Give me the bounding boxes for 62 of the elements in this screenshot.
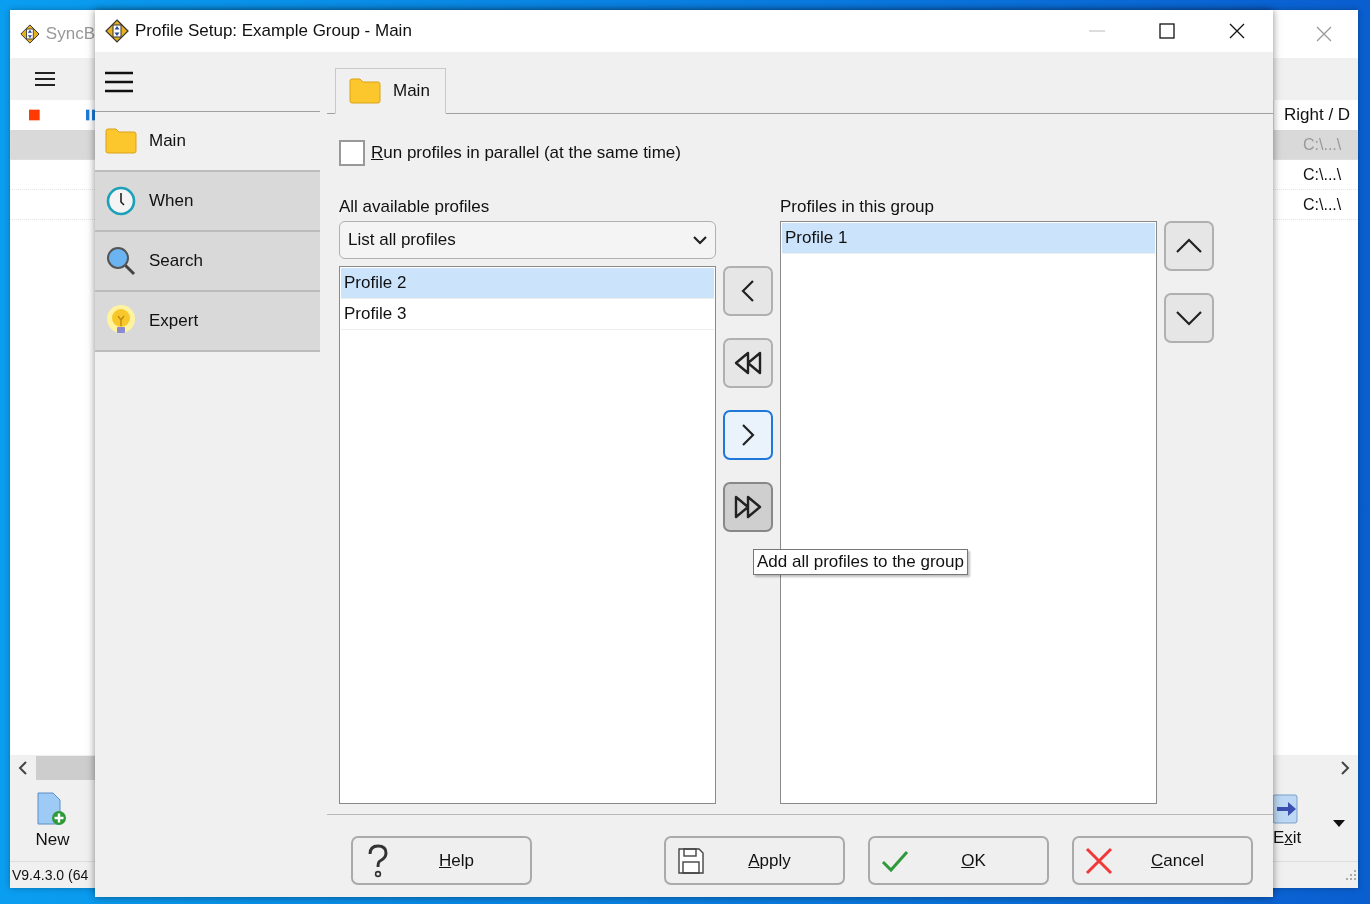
move-up-button[interactable]	[1164, 221, 1214, 271]
menu-icon[interactable]	[105, 70, 133, 93]
sidebar-item[interactable]: Main	[95, 112, 320, 172]
folder-icon	[105, 128, 137, 154]
toolbar-label[interactable]: New	[35, 830, 70, 850]
chevron-down-icon	[693, 235, 707, 245]
app-logo-icon	[105, 19, 129, 43]
table-cell: C:\...\	[1303, 195, 1342, 214]
close-icon	[1085, 846, 1113, 875]
menu-icon[interactable]	[35, 71, 55, 87]
window-title: SyncB	[45, 24, 95, 44]
window-title: Profile Setup: Example Group - Main	[135, 21, 412, 41]
checkbox-label[interactable]: Run profiles in parallel (at the same time)	[371, 143, 681, 163]
stop-icon[interactable]	[29, 107, 40, 123]
close-icon[interactable]	[1229, 23, 1245, 39]
scroll-right-icon[interactable]	[1340, 761, 1350, 775]
table-cell: C:\...\	[1303, 165, 1342, 184]
help-icon	[367, 843, 389, 878]
pause-icon[interactable]	[85, 107, 95, 123]
filter-dropdown[interactable]: List all profiles	[339, 221, 716, 259]
list-item[interactable]: Profile 2	[341, 268, 714, 299]
list-label: Profiles in this group	[780, 197, 936, 218]
tooltip: Add all profiles to the group	[753, 549, 968, 575]
chevron-up-icon	[1175, 238, 1203, 254]
dropdown-caret-icon[interactable]	[1333, 819, 1346, 827]
save-icon	[678, 847, 704, 874]
move-button[interactable]	[723, 338, 773, 388]
move-button[interactable]	[723, 410, 773, 460]
tab[interactable]: Main	[335, 68, 446, 114]
fast-forward-icon	[733, 495, 763, 519]
sidebar-item[interactable]: Expert	[95, 292, 320, 352]
move-down-button[interactable]	[1164, 293, 1214, 343]
list-item[interactable]: Profile 1	[782, 223, 1155, 254]
clock-icon	[106, 186, 136, 216]
folder-icon	[349, 78, 381, 104]
column-header[interactable]: Right / D	[1284, 105, 1351, 125]
list-label: All available profiles	[339, 197, 491, 218]
chevron-left-icon	[741, 279, 755, 303]
dialog-button[interactable]: Cancel	[1072, 836, 1253, 885]
maximize-icon[interactable]	[1159, 23, 1175, 39]
search-icon	[106, 246, 136, 276]
exit-arrow-icon[interactable]	[1273, 794, 1299, 824]
chevron-right-icon	[741, 423, 755, 447]
dialog-button[interactable]: Apply	[664, 836, 845, 885]
sidebar-item[interactable]: Search	[95, 232, 320, 292]
version-text: V9.4.3.0 (64	[12, 867, 89, 883]
check-icon	[881, 848, 909, 873]
toolbar-label[interactable]: Exit	[1273, 828, 1302, 848]
checkbox[interactable]	[339, 140, 365, 166]
dialog-button[interactable]: OK	[868, 836, 1049, 885]
app-logo-icon	[20, 22, 40, 46]
move-button[interactable]	[723, 266, 773, 316]
rewind-icon	[733, 351, 763, 375]
new-file-icon[interactable]	[36, 792, 69, 826]
resize-grip-icon[interactable]	[1346, 870, 1356, 880]
scroll-left-icon[interactable]	[18, 761, 28, 775]
chevron-down-icon	[1175, 310, 1203, 326]
sidebar-item[interactable]: When	[95, 172, 320, 232]
list-item[interactable]: Profile 3	[341, 299, 714, 330]
dialog-button[interactable]: Help	[351, 836, 532, 885]
move-button[interactable]	[723, 482, 773, 532]
table-cell: C:\...\	[1303, 135, 1342, 154]
